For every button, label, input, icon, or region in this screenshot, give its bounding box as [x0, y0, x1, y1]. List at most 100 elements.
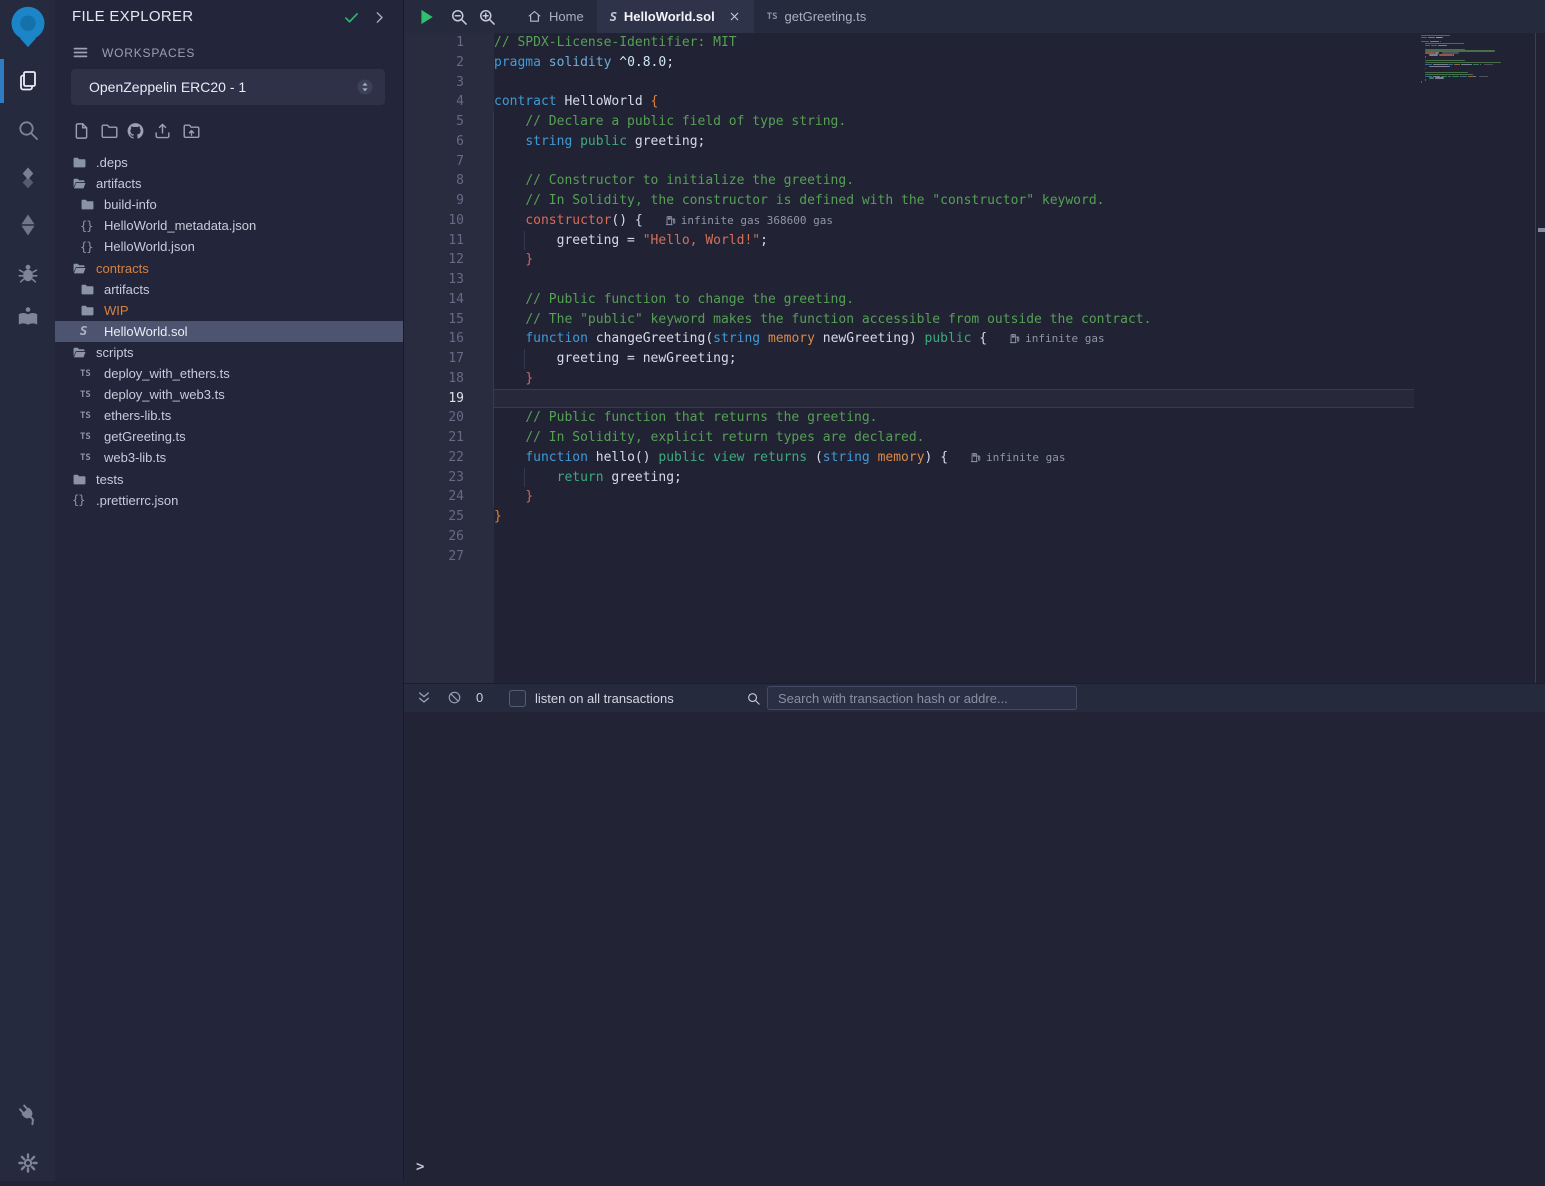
- transaction-count: 0: [476, 690, 483, 705]
- minimap-line: [1438, 45, 1447, 46]
- code-line-14: // Public function to change the greetin…: [494, 290, 854, 310]
- sidebar-icon-debugger[interactable]: [0, 250, 55, 296]
- code-line-8: // Constructor to initialize the greetin…: [494, 171, 854, 191]
- tree-item--prettierrc-json[interactable]: {}.prettierrc.json: [55, 490, 403, 511]
- code-editor[interactable]: 1234567891011121314151617181920212223242…: [403, 33, 1545, 683]
- minimap-line: [1425, 74, 1473, 75]
- sidebar-icon-plugin-manager[interactable]: [0, 1091, 55, 1137]
- chevron-right-icon[interactable]: [372, 10, 387, 25]
- line-number: 7: [403, 152, 464, 172]
- code-line-12: }: [494, 250, 533, 270]
- run-script-button[interactable]: [416, 7, 436, 27]
- tree-item-getgreeting-ts[interactable]: TSgetGreeting.ts: [55, 426, 403, 447]
- tree-item-helloworld-sol[interactable]: SHelloWorld.sol: [55, 321, 403, 342]
- gas-pump-icon: [1009, 333, 1020, 344]
- sidebar-icon-tutorials[interactable]: [0, 294, 55, 340]
- tree-item-artifacts[interactable]: artifacts: [55, 173, 403, 194]
- minimap-line: [1429, 66, 1451, 67]
- folder-icon: [72, 472, 87, 487]
- folder-open-icon: [72, 176, 87, 191]
- minimap-line: [1439, 54, 1453, 55]
- search-icon: [746, 691, 761, 706]
- ts-file-icon: TS: [80, 411, 95, 421]
- tree-item-label: web3-lib.ts: [104, 450, 166, 465]
- line-number: 9: [403, 191, 464, 211]
- gear-icon: [16, 1151, 40, 1175]
- check-icon[interactable]: [343, 9, 360, 26]
- tree-item-contracts[interactable]: contracts: [55, 258, 403, 279]
- tab-getgreeting-ts[interactable]: TSgetGreeting.ts: [754, 0, 880, 33]
- tree-item-label: contracts: [96, 261, 149, 276]
- code-line-2: pragma solidity ^0.8.0;: [494, 53, 674, 73]
- tree-item-helloworld-json[interactable]: {}HelloWorld.json: [55, 236, 403, 257]
- tree-item-build-info[interactable]: build-info: [55, 194, 403, 215]
- line-number: 16: [403, 329, 464, 349]
- minimap-line: [1421, 37, 1427, 38]
- tree-item-scripts[interactable]: scripts: [55, 342, 403, 363]
- workspace-select[interactable]: OpenZeppelin ERC20 - 1: [71, 69, 385, 105]
- close-icon[interactable]: [728, 10, 741, 23]
- code-line-22: function hello() public view returns (st…: [494, 448, 1066, 468]
- minimap-gas-mark: [1484, 64, 1493, 65]
- sidebar-icon-settings[interactable]: [0, 1140, 55, 1186]
- tree-item-deploy-with-web3-ts[interactable]: TSdeploy_with_web3.ts: [55, 384, 403, 405]
- gas-estimate-badge: infinite gas: [970, 452, 1065, 463]
- files-icon: [16, 69, 40, 93]
- sidebar-icon-deploy-run[interactable]: [0, 202, 55, 248]
- editor-gutter[interactable]: 1234567891011121314151617181920212223242…: [403, 33, 494, 683]
- activity-bar: [0, 0, 55, 1181]
- tree-item-tests[interactable]: tests: [55, 469, 403, 490]
- solidity-file-icon: S: [610, 10, 617, 24]
- sidebar-icon-solidity-compiler[interactable]: [0, 155, 55, 201]
- tree-item-label: artifacts: [96, 176, 142, 191]
- minimap-line: [1448, 76, 1452, 77]
- expand-terminal-icon[interactable]: [416, 690, 432, 706]
- tab-home[interactable]: Home: [514, 0, 597, 33]
- new-file-icon[interactable]: [72, 121, 91, 141]
- tree-item-label: .prettierrc.json: [96, 493, 178, 508]
- minimap-line: [1429, 54, 1439, 55]
- tab-helloworld-sol[interactable]: SHelloWorld.sol: [597, 0, 754, 33]
- line-number: 25: [403, 507, 464, 527]
- tree-item-artifacts[interactable]: artifacts: [55, 279, 403, 300]
- gas-estimate-badge: infinite gas: [1009, 333, 1104, 344]
- minimap-line: [1421, 41, 1429, 42]
- tree-item-deploy-with-ethers-ts[interactable]: TSdeploy_with_ethers.ts: [55, 363, 403, 384]
- line-number: 24: [403, 487, 464, 507]
- new-folder-icon[interactable]: [100, 121, 119, 141]
- minimap-line: [1461, 76, 1467, 77]
- sidebar-icon-file-explorer[interactable]: [0, 58, 55, 104]
- workspaces-menu-icon[interactable]: [72, 44, 89, 61]
- transaction-search-input[interactable]: [767, 686, 1077, 710]
- minimap-line: [1425, 79, 1426, 80]
- terminal[interactable]: >: [403, 712, 1545, 1181]
- tree-item-helloworld-metadata-json[interactable]: {}HelloWorld_metadata.json: [55, 215, 403, 236]
- listen-transactions-checkbox[interactable]: [509, 690, 526, 707]
- sidebar-icon-remix-logo[interactable]: [0, 3, 55, 49]
- tree-item-wip[interactable]: WIP: [55, 300, 403, 321]
- scrollbar-thumb[interactable]: [1538, 228, 1545, 232]
- minimap-line: [1421, 81, 1422, 82]
- ts-file-icon: TS: [80, 432, 95, 442]
- clone-github-icon[interactable]: [126, 121, 145, 141]
- upload-file-icon[interactable]: [153, 121, 172, 141]
- zoom-in-button[interactable]: [477, 7, 497, 27]
- tree-item--deps[interactable]: .deps: [55, 152, 403, 173]
- tree-item-web3-lib-ts[interactable]: TSweb3-lib.ts: [55, 447, 403, 468]
- minimap-line: [1452, 76, 1459, 77]
- tree-item-ethers-lib-ts[interactable]: TSethers-lib.ts: [55, 405, 403, 426]
- gas-pump-icon: [665, 215, 676, 226]
- clear-console-icon[interactable]: [447, 690, 462, 705]
- zoom-out-button[interactable]: [449, 7, 469, 27]
- code-line-4: contract HelloWorld {: [494, 92, 658, 112]
- minimap-line: [1454, 64, 1460, 65]
- upload-folder-icon[interactable]: [182, 121, 201, 141]
- scrollbar-track[interactable]: [1535, 33, 1545, 683]
- tab-label: Home: [549, 9, 584, 24]
- minimap-line: [1473, 76, 1476, 77]
- line-number: 13: [403, 270, 464, 290]
- code-line-18: }: [494, 369, 533, 389]
- minimap[interactable]: [1421, 33, 1505, 283]
- sidebar-icon-search[interactable]: [0, 107, 55, 153]
- minimap-line: [1461, 64, 1472, 65]
